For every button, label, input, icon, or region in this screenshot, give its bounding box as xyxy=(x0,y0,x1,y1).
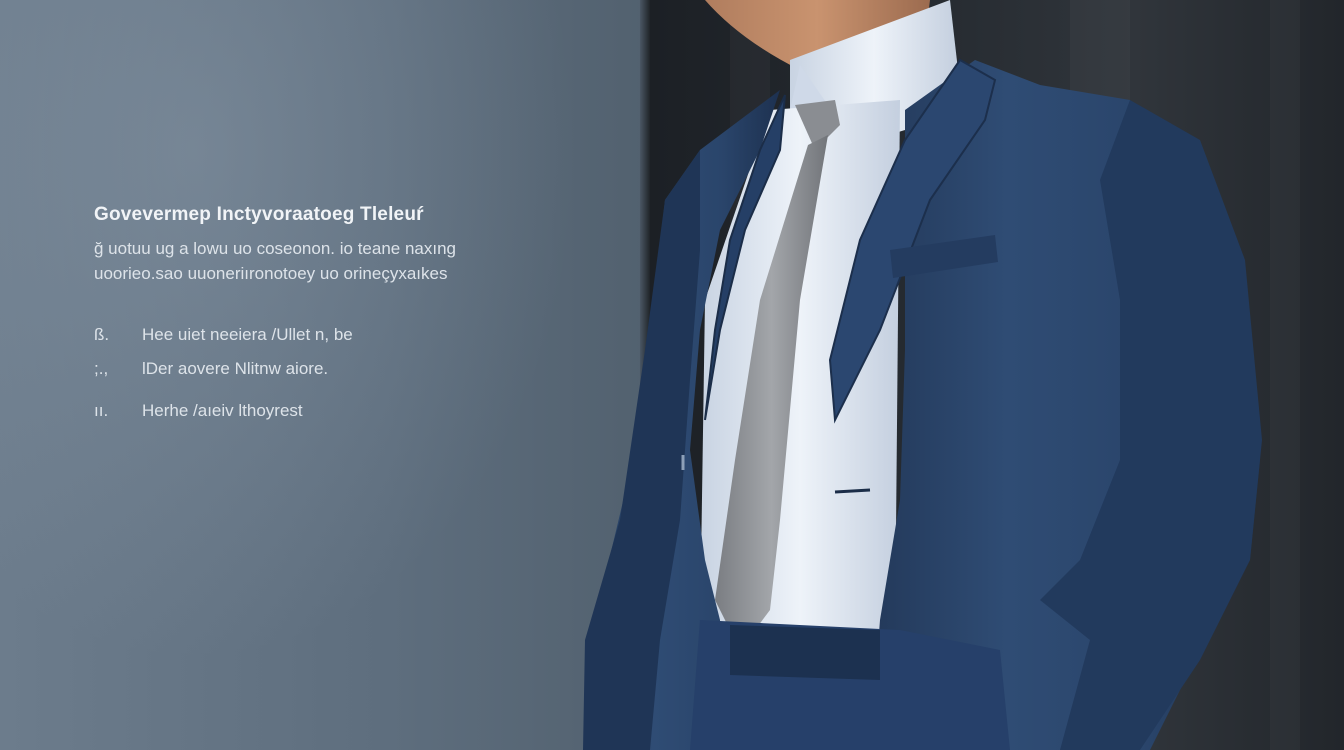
list-item-number: ;., xyxy=(94,359,109,378)
belt-area xyxy=(730,625,880,680)
photo-scene: Govevermep Inctyvoraatoeg Tleleuŕ ğ uotu… xyxy=(0,0,1344,750)
overlay-headline: Govevermep Inctyvoraatoeg Tleleuŕ xyxy=(94,204,424,225)
list-item: ß. Hee uiet neeiera /Ullet n, be xyxy=(94,318,614,352)
list-item-text: lDer aovere Nlitnw aiore. xyxy=(142,359,329,378)
list-item: ıı. Herhe /aıeiv lthoyrest xyxy=(94,394,614,428)
list-item-text: Hee uiet neeiera /Ullet n, be xyxy=(142,325,353,344)
list-item: ;., lDer aovere Nlitnw aiore. xyxy=(94,352,614,386)
overlay-list: ß. Hee uiet neeiera /Ullet n, be ;., lDe… xyxy=(94,318,614,428)
overlay-subline-1: ğ uotuu ug a lowu uo coseonon. io teane … xyxy=(94,239,457,258)
list-item-number: ıı. xyxy=(94,401,109,420)
overlay-subline-2: uoorieo.sao uuoneriıronotoey uo orineçyx… xyxy=(94,264,448,283)
overlay-text-block: Govevermep Inctyvoraatoeg Tleleuŕ ğ uotu… xyxy=(94,204,614,428)
list-item-number: ß. xyxy=(94,325,110,344)
list-item-text: Herhe /aıeiv lthoyrest xyxy=(142,401,303,420)
